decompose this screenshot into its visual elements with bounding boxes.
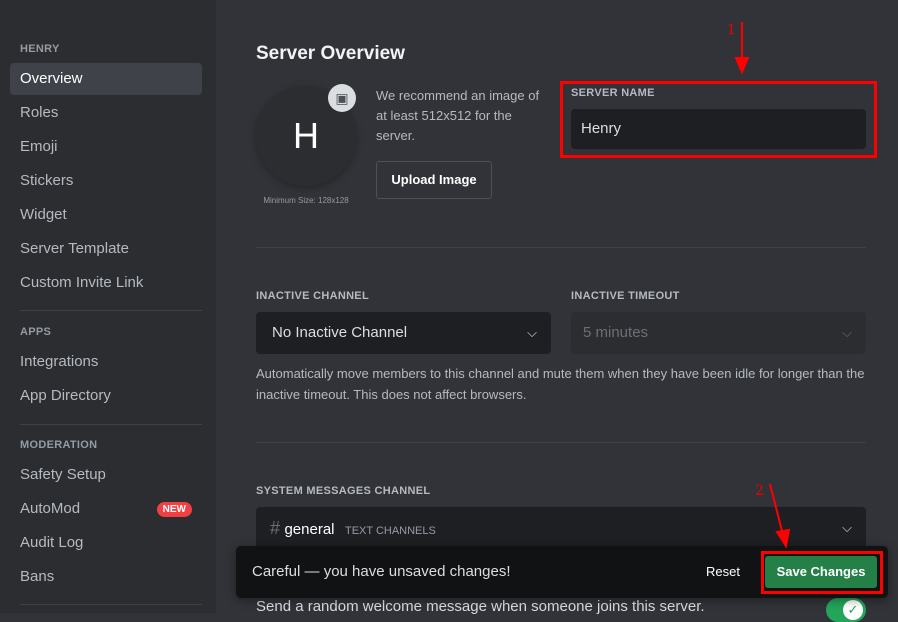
arrow-1-head [734, 57, 750, 75]
arrow-2 [769, 483, 784, 536]
annotation-arrows [734, 22, 791, 549]
arrow-2-head [775, 528, 791, 549]
